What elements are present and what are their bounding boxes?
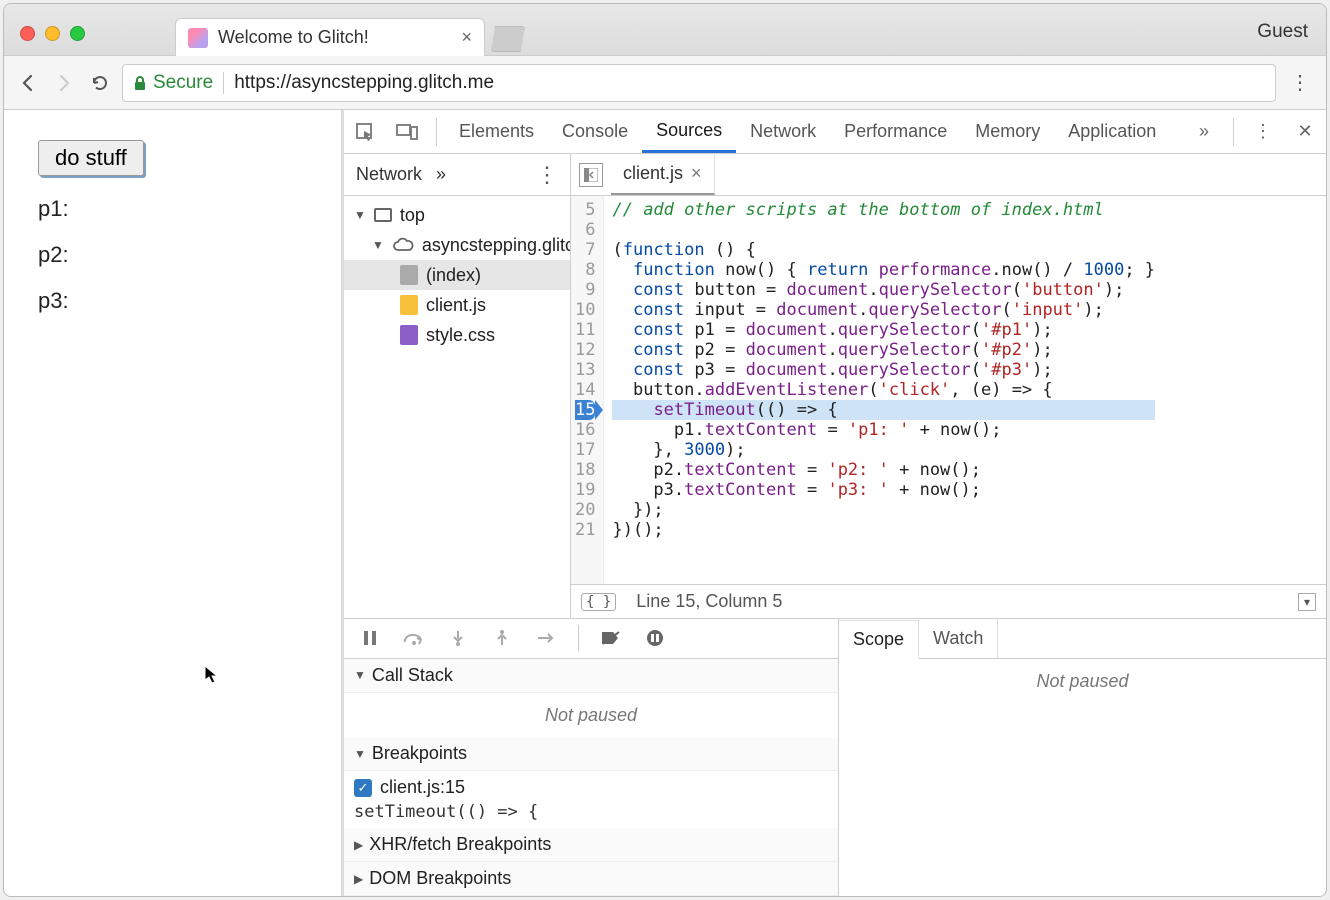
navigator-subtabs: Network » ⋮ [344,154,570,196]
debugger-toolbar [344,619,838,659]
lock-icon [133,75,147,91]
tab-memory[interactable]: Memory [961,110,1054,153]
p1-label: p1: [38,196,307,222]
reload-button[interactable] [86,69,114,97]
code-area[interactable]: // add other scripts at the bottom of in… [604,196,1163,584]
breakpoint-item[interactable]: ✓ client.js:15 setTimeout(() => { [344,771,838,828]
tree-file-clientjs[interactable]: client.js [344,290,570,320]
breakpoint-label: client.js:15 [380,777,465,798]
tab-sources[interactable]: Sources [642,110,736,153]
forward-button[interactable] [50,69,78,97]
close-window-button[interactable] [20,26,35,41]
tab-title: Welcome to Glitch! [218,27,445,48]
step-into-icon[interactable] [446,626,470,650]
call-stack-body: Not paused [344,693,838,738]
tree-top[interactable]: ▼top [344,200,570,230]
file-tabs: client.js× [571,154,1326,196]
devtools: Elements Console Sources Network Perform… [344,110,1326,896]
more-tabs-icon[interactable]: » [1191,119,1217,145]
editor-pane: client.js× 56789101112131415161718192021… [571,154,1326,618]
inspect-icon[interactable] [352,119,378,145]
debugger-panes: ▼Call Stack Not paused ▼Breakpoints ✓ cli… [344,618,1326,896]
chrome-menu-button[interactable]: ⋮ [1284,70,1316,95]
editor-status-bar: { } Line 15, Column 5 ▾ [571,584,1326,618]
cursor-position: Line 15, Column 5 [636,591,782,612]
divider [223,72,224,94]
step-over-icon[interactable] [402,626,426,650]
subtab-more-icon[interactable]: » [436,164,446,185]
pause-on-exceptions-icon[interactable] [643,626,667,650]
do-stuff-button[interactable]: do stuff [38,140,144,176]
p3-label: p3: [38,288,307,314]
sources-navigator: Network » ⋮ ▼top ▼ asyncstepping.glitc (… [344,154,571,618]
debugger-right-pane: Scope Watch Not paused [839,619,1326,896]
device-mode-icon[interactable] [394,119,420,145]
tab-network[interactable]: Network [736,110,830,153]
tab-performance[interactable]: Performance [830,110,961,153]
navigator-menu-icon[interactable]: ⋮ [536,162,558,188]
pause-icon[interactable] [358,626,382,650]
address-bar[interactable]: Secure https://asyncstepping.glitch.me [122,64,1276,102]
close-file-icon[interactable]: × [691,163,702,184]
secure-label: Secure [153,72,213,94]
js-file-icon [400,295,418,315]
scope-watch-tabs: Scope Watch [839,619,1326,659]
line-gutter[interactable]: 56789101112131415161718192021 [571,196,604,584]
maximize-window-button[interactable] [70,26,85,41]
file-tab-clientjs[interactable]: client.js× [611,154,715,195]
browser-tab[interactable]: Welcome to Glitch! × [175,18,485,56]
minimize-window-button[interactable] [45,26,60,41]
back-button[interactable] [14,69,42,97]
scope-body: Not paused [839,659,1326,704]
tab-watch[interactable]: Watch [919,619,998,658]
xhr-breakpoints-header[interactable]: ▶XHR/fetch Breakpoints [344,828,838,862]
nav-toolbar: Secure https://asyncstepping.glitch.me ⋮ [4,56,1326,110]
chrome-title-bar: Welcome to Glitch! × Guest [4,4,1326,56]
tab-elements[interactable]: Elements [445,110,548,153]
deactivate-breakpoints-icon[interactable] [599,626,623,650]
show-console-icon[interactable]: ▾ [1298,593,1316,611]
close-tab-icon[interactable]: × [461,27,472,48]
tab-console[interactable]: Console [548,110,642,153]
cloud-icon [392,237,414,253]
page-content: do stuff p1: p2: p3: [4,110,344,896]
checkbox-icon[interactable]: ✓ [354,779,372,797]
dom-breakpoints-header[interactable]: ▶DOM Breakpoints [344,862,838,896]
new-tab-button[interactable] [491,26,525,52]
devtools-close-icon[interactable]: ✕ [1292,119,1318,145]
call-stack-header[interactable]: ▼Call Stack [344,659,838,693]
devtools-tab-bar: Elements Console Sources Network Perform… [344,110,1326,154]
tab-application[interactable]: Application [1054,110,1170,153]
tab-scope[interactable]: Scope [839,620,919,659]
url-text: https://asyncstepping.glitch.me [234,72,494,94]
file-tree: ▼top ▼ asyncstepping.glitc (index) clien… [344,196,570,618]
show-navigator-icon[interactable] [579,163,603,187]
breakpoint-snippet: setTimeout(() => { [354,802,828,822]
debugger-left-pane: ▼Call Stack Not paused ▼Breakpoints ✓ cli… [344,619,839,896]
devtools-menu-icon[interactable]: ⋮ [1250,119,1276,145]
breakpoints-header[interactable]: ▼Breakpoints [344,738,838,772]
traffic-lights [20,26,85,41]
pretty-print-icon[interactable]: { } [581,593,616,611]
cursor-icon [204,665,220,685]
css-file-icon [400,325,418,345]
subtab-network[interactable]: Network [356,164,422,185]
step-out-icon[interactable] [490,626,514,650]
favicon [188,28,208,48]
tree-file-stylecss[interactable]: style.css [344,320,570,350]
tree-domain[interactable]: ▼ asyncstepping.glitc [344,230,570,260]
step-icon[interactable] [534,626,558,650]
tree-file-index[interactable]: (index) [344,260,570,290]
profile-label[interactable]: Guest [1257,21,1308,43]
p2-label: p2: [38,242,307,268]
document-icon [400,265,418,285]
